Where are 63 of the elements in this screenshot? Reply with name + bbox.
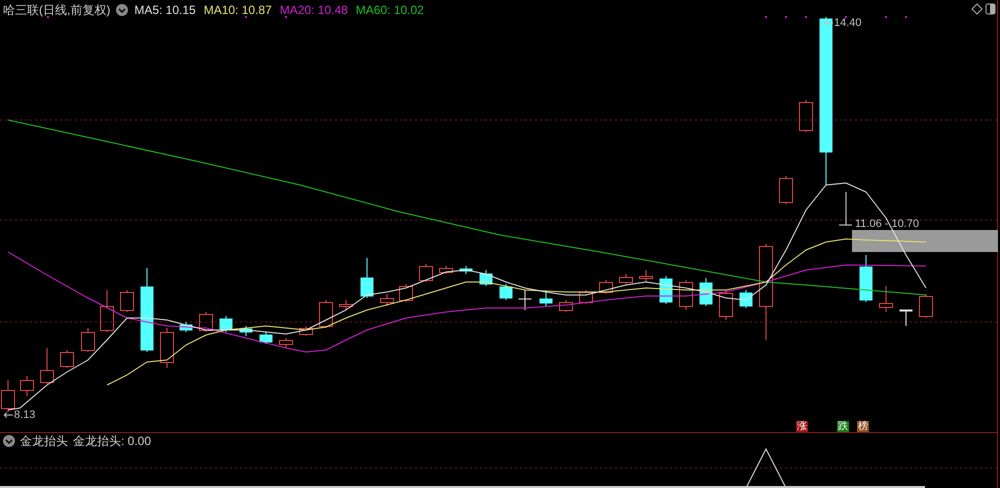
dropdown-icon[interactable]: [116, 4, 128, 16]
candle: [199, 312, 213, 332]
candle: [619, 274, 633, 284]
ma-legend-item: MA5: 10.15: [134, 3, 196, 17]
candle: [419, 264, 433, 282]
candle: [639, 270, 653, 282]
signal-tag: 跌: [837, 421, 849, 432]
range-label: 11.06 - 10.70: [855, 218, 920, 231]
signal-tag: 榜: [857, 421, 869, 432]
ma-legend-item: MA10: 10.87: [204, 3, 272, 17]
panel-toggle-icon[interactable]: [986, 4, 996, 14]
candle: [779, 176, 793, 204]
candle: [518, 290, 532, 310]
candle: [599, 280, 613, 294]
candle: [120, 290, 134, 312]
indicator-line: [746, 448, 786, 488]
candle: [879, 286, 893, 312]
candle: [339, 300, 353, 310]
low-price-label: 8.13: [14, 409, 36, 422]
ma-legend-item: MA20: 10.48: [280, 3, 348, 17]
candle: [480, 270, 492, 286]
candle: [540, 292, 552, 306]
candle: [260, 332, 272, 344]
candle: [579, 290, 593, 304]
arrow-icon: [824, 20, 833, 26]
candle: [240, 326, 252, 336]
indicator-value: 金龙抬头: 0.00: [73, 434, 152, 448]
candle: [220, 316, 232, 332]
candle: [439, 266, 453, 274]
collapse-icon[interactable]: [3, 435, 15, 447]
candle: [399, 284, 413, 302]
chart-title: 哈三联(日线,前复权): [3, 3, 110, 17]
candle: [900, 310, 912, 326]
candle: [20, 376, 34, 396]
candle: [100, 290, 114, 332]
candle: [500, 284, 512, 300]
candle: [919, 294, 933, 318]
scroll-bar[interactable]: [0, 486, 925, 488]
candle: [81, 328, 95, 352]
candle: [719, 290, 733, 320]
candle: [60, 350, 74, 368]
candle: [460, 266, 472, 274]
candle: [180, 322, 192, 332]
candle: [679, 280, 693, 310]
candle: [279, 338, 293, 348]
ma-legend-item: MA60: 10.02: [356, 3, 424, 17]
high-price-label: 14.40: [834, 17, 862, 30]
candle: [740, 290, 752, 308]
range-marker-icon: [838, 192, 852, 226]
candle: [40, 348, 54, 384]
candle: [319, 300, 333, 328]
diamond-icon[interactable]: [971, 3, 983, 15]
candle: [160, 328, 174, 368]
candle: [559, 300, 573, 312]
candle: [860, 254, 872, 302]
candle: [380, 294, 394, 306]
candle: [1, 380, 15, 412]
candle: [799, 100, 813, 132]
indicator-title: 金龙抬头: [20, 434, 68, 448]
signal-tag: 涨: [796, 421, 808, 432]
candle: [360, 258, 374, 298]
arrow-icon: [4, 412, 13, 418]
candle: [299, 326, 313, 336]
